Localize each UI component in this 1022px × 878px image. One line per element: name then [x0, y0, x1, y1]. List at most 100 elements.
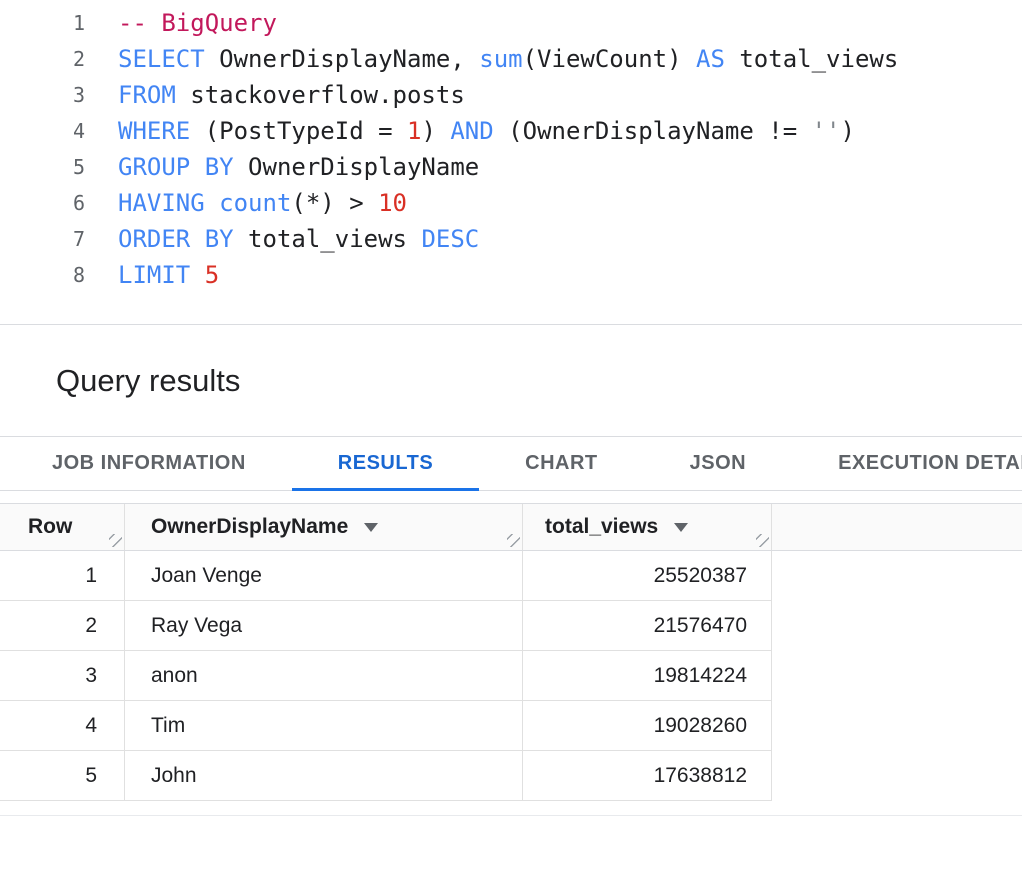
code-line: 7ORDER BY total_views DESC	[0, 221, 1022, 257]
results-tab-bar: JOB INFORMATIONRESULTSCHARTJSONEXECUTION…	[0, 436, 1022, 491]
tab-execution-details[interactable]: EXECUTION DETAILS	[792, 437, 1022, 490]
cell-owner-display-name: Tim	[125, 701, 523, 750]
sql-token-plain: total_views	[725, 45, 898, 73]
sql-token-plain: )	[421, 117, 450, 145]
sql-token-keyword: WHERE	[118, 117, 190, 145]
table-row: 1Joan Venge25520387	[0, 551, 772, 601]
sql-token-keyword: LIMIT	[118, 261, 190, 289]
sql-token-plain: OwnerDisplayName	[234, 153, 480, 181]
line-number: 4	[0, 113, 85, 149]
sql-token-number: 5	[205, 261, 219, 289]
code-text: LIMIT 5	[85, 257, 219, 293]
code-line: 1 -- BigQuery	[0, 5, 1022, 41]
cell-total-views: 17638812	[523, 751, 772, 800]
sql-token-plain: stackoverflow.posts	[176, 81, 465, 109]
tab-json[interactable]: JSON	[644, 437, 792, 490]
sql-token-plain: total_views	[234, 225, 422, 253]
sql-token-plain: (ViewCount)	[523, 45, 696, 73]
line-number: 1	[0, 5, 85, 41]
sql-token-keyword: HAVING	[118, 189, 205, 217]
column-resize-handle-icon[interactable]	[109, 534, 122, 547]
sql-token-comment: -- BigQuery	[118, 9, 277, 37]
sql-token-plain	[190, 261, 204, 289]
code-text: HAVING count(*) > 10	[85, 185, 407, 221]
cell-row-number: 1	[0, 551, 125, 600]
sql-token-keyword: ORDER BY	[118, 225, 234, 253]
cell-total-views: 25520387	[523, 551, 772, 600]
cell-row-number: 3	[0, 651, 125, 700]
sort-dropdown-icon[interactable]	[674, 523, 688, 532]
column-header-ownerdisplayname: OwnerDisplayName	[125, 504, 523, 550]
cell-owner-display-name: Joan Venge	[125, 551, 523, 600]
line-number: 3	[0, 77, 85, 113]
column-label: total_views	[545, 515, 658, 539]
cell-row-number: 5	[0, 751, 125, 800]
cell-row-number: 4	[0, 701, 125, 750]
sql-token-plain: (PostTypeId =	[190, 117, 407, 145]
code-text: GROUP BY OwnerDisplayName	[85, 149, 479, 185]
sql-token-plain	[205, 189, 219, 217]
sql-token-keyword: DESC	[421, 225, 479, 253]
sql-token-plain: (OwnerDisplayName !=	[494, 117, 812, 145]
tab-job-information[interactable]: JOB INFORMATION	[6, 437, 292, 490]
column-resize-handle-icon[interactable]	[507, 534, 520, 547]
sql-token-plain: OwnerDisplayName,	[205, 45, 480, 73]
code-line: 5GROUP BY OwnerDisplayName	[0, 149, 1022, 185]
column-label: Row	[28, 515, 72, 539]
code-text: WHERE (PostTypeId = 1) AND (OwnerDisplay…	[85, 113, 855, 149]
cell-total-views: 19814224	[523, 651, 772, 700]
column-label: OwnerDisplayName	[151, 515, 348, 539]
line-number: 5	[0, 149, 85, 185]
tab-chart[interactable]: CHART	[479, 437, 644, 490]
header-filler	[772, 504, 1022, 550]
sql-token-function: sum	[479, 45, 522, 73]
table-body: 1Joan Venge255203872Ray Vega215764703ano…	[0, 551, 1022, 801]
code-line: 2SELECT OwnerDisplayName, sum(ViewCount)…	[0, 41, 1022, 77]
cell-owner-display-name: anon	[125, 651, 523, 700]
sort-dropdown-icon[interactable]	[364, 523, 378, 532]
cell-row-number: 2	[0, 601, 125, 650]
table-row: 5John17638812	[0, 751, 772, 801]
line-number: 7	[0, 221, 85, 257]
query-results-header: Query results	[0, 325, 1022, 436]
sql-token-number: 10	[378, 189, 407, 217]
sql-token-string: ''	[812, 117, 841, 145]
panel-bottom-divider	[0, 815, 1022, 816]
code-line: 8LIMIT 5	[0, 257, 1022, 293]
results-table: Row OwnerDisplayName total_views 1Joan Ven…	[0, 503, 1022, 801]
column-header-total-views: total_views	[523, 504, 772, 550]
sql-token-number: 1	[407, 117, 421, 145]
line-number: 6	[0, 185, 85, 221]
column-header-row: Row	[0, 504, 125, 550]
sql-token-keyword: FROM	[118, 81, 176, 109]
page-title: Query results	[56, 363, 1022, 399]
sql-token-keyword: SELECT	[118, 45, 205, 73]
line-number: 8	[0, 257, 85, 293]
table-row: 4Tim19028260	[0, 701, 772, 751]
code-line: 3FROM stackoverflow.posts	[0, 77, 1022, 113]
line-number: 2	[0, 41, 85, 77]
tab-results[interactable]: RESULTS	[292, 437, 479, 490]
cell-total-views: 19028260	[523, 701, 772, 750]
sql-token-plain: (*) >	[291, 189, 378, 217]
code-text: FROM stackoverflow.posts	[85, 77, 465, 113]
cell-owner-display-name: John	[125, 751, 523, 800]
cell-total-views: 21576470	[523, 601, 772, 650]
table-header-row: Row OwnerDisplayName total_views	[0, 503, 1022, 551]
table-row: 2Ray Vega21576470	[0, 601, 772, 651]
code-text: -- BigQuery	[85, 5, 277, 41]
code-text: ORDER BY total_views DESC	[85, 221, 479, 257]
sql-token-function: count	[219, 189, 291, 217]
table-row: 3anon19814224	[0, 651, 772, 701]
sql-token-keyword: AND	[450, 117, 493, 145]
cell-owner-display-name: Ray Vega	[125, 601, 523, 650]
sql-token-keyword: AS	[696, 45, 725, 73]
code-line: 6HAVING count(*) > 10	[0, 185, 1022, 221]
column-resize-handle-icon[interactable]	[756, 534, 769, 547]
sql-editor[interactable]: 1-- BigQuery2SELECT OwnerDisplayName, su…	[0, 0, 1022, 325]
sql-token-keyword: GROUP BY	[118, 153, 234, 181]
sql-token-plain: )	[841, 117, 855, 145]
code-line: 4WHERE (PostTypeId = 1) AND (OwnerDispla…	[0, 113, 1022, 149]
code-text: SELECT OwnerDisplayName, sum(ViewCount) …	[85, 41, 898, 77]
code-lines: 1-- BigQuery2SELECT OwnerDisplayName, su…	[0, 5, 1022, 293]
